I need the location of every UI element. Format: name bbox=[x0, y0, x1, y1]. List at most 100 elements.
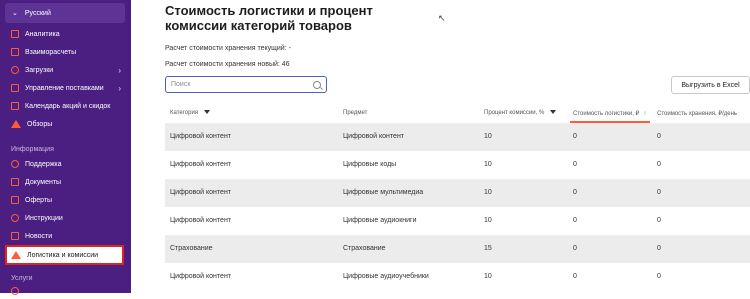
cell-logistics: 0 bbox=[573, 133, 577, 140]
cell-logistics: 0 bbox=[573, 189, 577, 196]
sidebar-item-analytics[interactable]: Аналитика bbox=[0, 26, 131, 42]
column-header-category[interactable]: Категория bbox=[170, 110, 211, 116]
commission-table: Категория Предмет Процент комиссии, % Ст… bbox=[165, 105, 750, 291]
cell-storage: 0 bbox=[657, 133, 661, 140]
language-selector[interactable]: ⌄ Русский bbox=[5, 3, 125, 23]
cell-commission: 10 bbox=[484, 189, 492, 196]
cell-category: Цифровой контент bbox=[170, 133, 232, 140]
upload-icon bbox=[11, 66, 19, 74]
cell-storage: 0 bbox=[657, 245, 661, 252]
analytics-icon bbox=[11, 30, 19, 38]
sidebar-item-label: Взаиморасчеты bbox=[25, 48, 77, 56]
cell-subject: Страхование bbox=[343, 245, 386, 252]
table-row: Страхование Страхование 15 0 0 bbox=[165, 235, 750, 263]
sidebar-item-news[interactable]: Новости bbox=[0, 228, 131, 244]
support-icon bbox=[11, 160, 19, 168]
info-section-label: Информация bbox=[11, 146, 54, 153]
cell-logistics: 0 bbox=[573, 217, 577, 224]
sidebar-item-supply[interactable]: Управление поставками › bbox=[0, 80, 131, 96]
cell-subject: Цифровые аудиокниги bbox=[343, 217, 417, 224]
storage-current-text: Расчет стоимости хранения текущий: - bbox=[165, 45, 291, 52]
language-label: Русский bbox=[24, 9, 51, 17]
main-area: Стоимость логистики и процент комиссии к… bbox=[131, 0, 750, 293]
sidebar-item-label: Управление поставками bbox=[25, 84, 104, 92]
sidebar-item-label: Календарь акций и скидок bbox=[25, 102, 111, 110]
cell-storage: 0 bbox=[657, 161, 661, 168]
cell-commission: 10 bbox=[484, 133, 492, 140]
sidebar-item-services[interactable] bbox=[0, 283, 131, 299]
table-row: Цифровой контент Цифровые аудиокниги 10 … bbox=[165, 207, 750, 235]
sidebar-item-logistics[interactable]: Логистика и комиссии bbox=[5, 245, 124, 265]
table-row: Цифровой контент Цифровые мультимедиа 10… bbox=[165, 179, 750, 207]
chevron-down-icon: ⌄ bbox=[12, 10, 18, 17]
cell-logistics: 0 bbox=[573, 273, 577, 280]
cell-storage: 0 bbox=[657, 217, 661, 224]
cell-subject: Цифровые мультимедиа bbox=[343, 189, 424, 196]
cell-commission: 15 bbox=[484, 245, 492, 252]
sidebar-item-label: Инструкции bbox=[25, 214, 63, 222]
page-title: Стоимость логистики и процент комиссии к… bbox=[165, 3, 373, 33]
table-row: Цифровой контент Цифровые аудиоучебники … bbox=[165, 263, 750, 291]
filter-icon[interactable] bbox=[204, 110, 211, 115]
cell-subject: Цифровые аудиоучебники bbox=[343, 273, 429, 280]
offers-icon bbox=[11, 196, 19, 204]
cell-commission: 10 bbox=[484, 273, 492, 280]
content-panel: Стоимость логистики и процент комиссии к… bbox=[150, 0, 750, 293]
sidebar-item-calendar[interactable]: Календарь акций и скидок bbox=[0, 98, 131, 114]
instructions-icon bbox=[11, 214, 19, 222]
sidebar-item-support[interactable]: Поддержка bbox=[0, 156, 131, 172]
sidebar-item-label: Документы bbox=[25, 178, 62, 186]
sidebar-item-label: Обзоры bbox=[27, 120, 53, 128]
cell-category: Цифровой контент bbox=[170, 189, 232, 196]
documents-icon bbox=[11, 178, 19, 186]
column-header-logistics[interactable]: Стоимость логистики, ₽ ↑ bbox=[573, 110, 646, 117]
cell-commission: 10 bbox=[484, 217, 492, 224]
sidebar-item-label: Новости bbox=[25, 232, 53, 240]
megaphone-icon bbox=[11, 251, 21, 259]
table-header: Категория Предмет Процент комиссии, % Ст… bbox=[165, 105, 750, 123]
sidebar-item-instructions[interactable]: Инструкции bbox=[0, 210, 131, 226]
supply-icon bbox=[11, 84, 19, 92]
services-icon bbox=[11, 287, 19, 295]
export-excel-button[interactable]: Выгрузить в Excel bbox=[671, 76, 750, 94]
mouse-cursor-icon: ↖ bbox=[438, 13, 446, 23]
sidebar-item-label: Оферты bbox=[25, 196, 53, 204]
calendar-icon bbox=[11, 102, 19, 110]
chevron-right-icon: › bbox=[118, 65, 121, 75]
sidebar-item-label: Аналитика bbox=[25, 30, 60, 38]
news-icon bbox=[11, 232, 19, 240]
cell-storage: 0 bbox=[657, 273, 661, 280]
sidebar-item-settlements[interactable]: Взаиморасчеты bbox=[0, 44, 131, 60]
cell-category: Цифровой контент bbox=[170, 273, 232, 280]
sidebar-item-offers[interactable]: Оферты bbox=[0, 192, 131, 208]
sidebar-item-label: Логистика и комиссии bbox=[27, 251, 99, 259]
sort-up-icon[interactable]: ↑ bbox=[643, 111, 646, 117]
column-header-storage[interactable]: Стоимость хранения, ₽/день bbox=[657, 110, 737, 117]
table-row: Цифровой контент Цифровой контент 10 0 0 bbox=[165, 123, 750, 151]
cell-storage: 0 bbox=[657, 189, 661, 196]
chevron-right-icon: › bbox=[118, 83, 121, 93]
filter-icon[interactable] bbox=[550, 110, 557, 115]
reviews-icon bbox=[11, 120, 21, 128]
cell-category: Страхование bbox=[170, 245, 213, 252]
search-icon[interactable] bbox=[313, 81, 321, 89]
sidebar-item-reviews[interactable]: Обзоры bbox=[0, 116, 131, 132]
cell-commission: 10 bbox=[484, 161, 492, 168]
cell-logistics: 0 bbox=[573, 245, 577, 252]
cell-category: Цифровой контент bbox=[170, 161, 232, 168]
cell-subject: Цифровой контент bbox=[343, 133, 405, 140]
storage-new-text: Расчет стоимости хранения новый: 46 bbox=[165, 61, 290, 68]
sidebar-item-label: Поддержка bbox=[25, 160, 62, 168]
sidebar-item-documents[interactable]: Документы bbox=[0, 174, 131, 190]
search-input[interactable] bbox=[171, 81, 311, 88]
sidebar-item-uploads[interactable]: Загрузки › bbox=[0, 62, 131, 78]
cell-category: Цифровой контент bbox=[170, 217, 232, 224]
sidebar-item-label: Загрузки bbox=[25, 66, 54, 74]
search-field[interactable] bbox=[165, 76, 327, 93]
column-header-commission[interactable]: Процент комиссии, % bbox=[484, 110, 557, 116]
services-section-label: Услуги bbox=[11, 275, 33, 282]
column-header-subject[interactable]: Предмет bbox=[343, 110, 367, 116]
cell-logistics: 0 bbox=[573, 161, 577, 168]
table-row: Цифровой контент Цифровые коды 10 0 0 bbox=[165, 151, 750, 179]
cell-subject: Цифровые коды bbox=[343, 161, 397, 168]
